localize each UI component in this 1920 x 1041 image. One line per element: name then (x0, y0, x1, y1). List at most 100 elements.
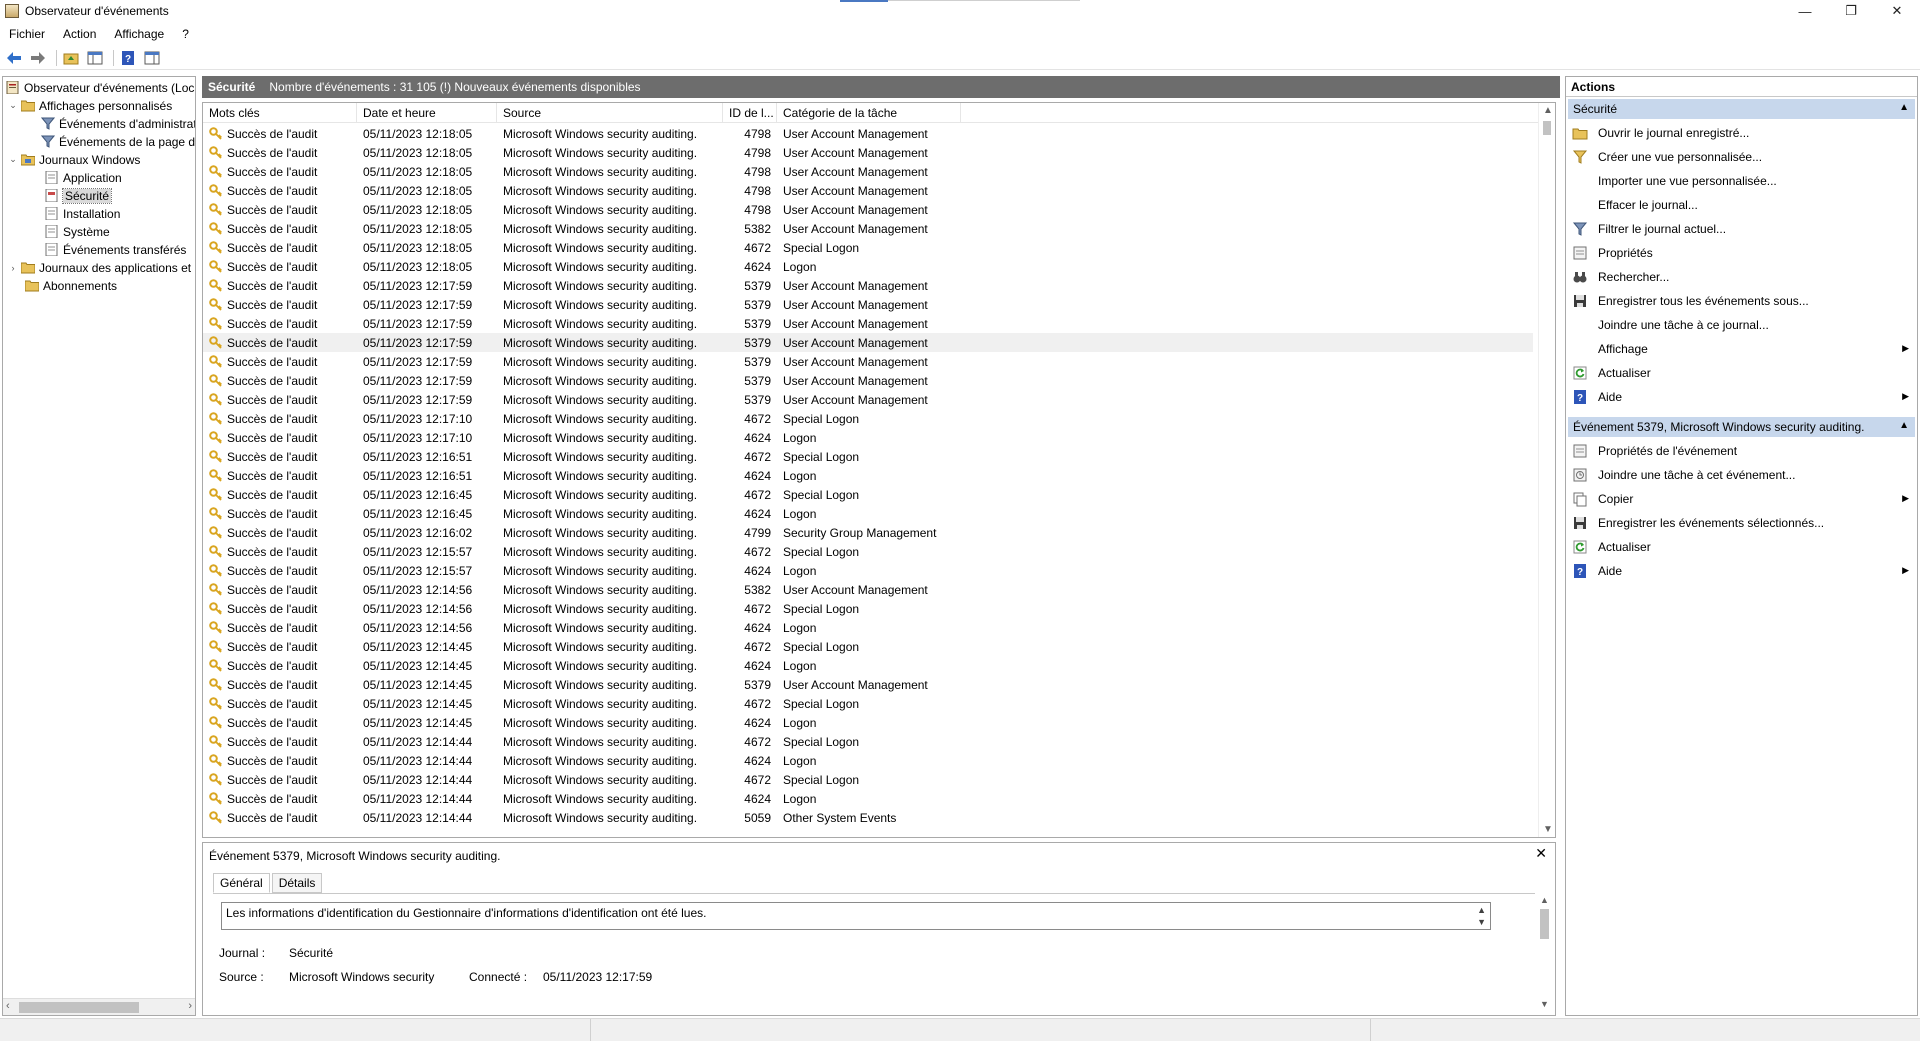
tree-item-page-events[interactable]: Événements de la page d'accueil (41, 133, 195, 150)
tree-item-app-logs[interactable]: › Journaux des applications et (7, 259, 192, 276)
menu-affichage[interactable]: Affichage (105, 27, 173, 41)
help-button[interactable]: ? (118, 48, 138, 68)
table-row[interactable]: Succès de l'audit 05/11/2023 12:18:05 Micr… (203, 238, 1533, 257)
close-icon[interactable]: ✕ (1535, 845, 1547, 862)
action-security-6[interactable]: Rechercher... (1566, 265, 1917, 289)
table-row[interactable]: Succès de l'audit 05/11/2023 12:14:44 Micr… (203, 770, 1533, 789)
tree-item-windows-logs[interactable]: ⌄ Journaux Windows (7, 151, 140, 168)
detail-vertical-scrollbar[interactable]: ▲ ▼ (1537, 895, 1551, 1009)
collapse-caret-icon[interactable]: ▲ (1899, 102, 1909, 113)
table-row[interactable]: Succès de l'audit 05/11/2023 12:18:05 Micr… (203, 219, 1533, 238)
table-row[interactable]: Succès de l'audit 05/11/2023 12:15:57 Micr… (203, 542, 1533, 561)
scroll-down-icon[interactable]: ▼ (1540, 999, 1549, 1009)
scroll-left-icon[interactable]: ‹ (6, 1000, 10, 1012)
restore-button[interactable]: ❐ (1828, 0, 1874, 22)
scroll-right-icon[interactable]: › (188, 1000, 192, 1012)
table-row[interactable]: Succès de l'audit 05/11/2023 12:18:05 Micr… (203, 181, 1533, 200)
actions-section-security[interactable]: Sécurité ▲ (1568, 99, 1915, 119)
menu-help[interactable]: ? (173, 27, 198, 41)
table-row[interactable]: Succès de l'audit 05/11/2023 12:17:59 Micr… (203, 314, 1533, 333)
table-row[interactable]: Succès de l'audit 05/11/2023 12:18:05 Micr… (203, 143, 1533, 162)
table-row[interactable]: Succès de l'audit 05/11/2023 12:18:05 Micr… (203, 200, 1533, 219)
table-row[interactable]: Succès de l'audit 05/11/2023 12:14:56 Micr… (203, 580, 1533, 599)
column-header-keywords[interactable]: Mots clés (203, 103, 357, 123)
action-event-1[interactable]: Joindre une tâche à cet événement... (1566, 463, 1917, 487)
table-row[interactable]: Succès de l'audit 05/11/2023 12:14:45 Micr… (203, 637, 1533, 656)
tree-item-system[interactable]: Système (45, 223, 110, 240)
action-security-2[interactable]: Importer une vue personnalisée... (1566, 169, 1917, 193)
action-security-9[interactable]: Affichage ▶ (1566, 337, 1917, 361)
show-action-pane-button[interactable] (142, 48, 162, 68)
actions-section-event[interactable]: Événement 5379, Microsoft Windows securi… (1568, 417, 1915, 437)
description-scroll-arrows[interactable]: ▲ ▼ (1477, 904, 1486, 928)
scroll-down-icon[interactable]: ▼ (1543, 824, 1553, 835)
action-security-0[interactable]: Ouvrir le journal enregistré... (1566, 121, 1917, 145)
column-header-category[interactable]: Catégorie de la tâche (777, 103, 961, 123)
forward-button[interactable] (28, 48, 48, 68)
scrollbar-thumb[interactable] (1543, 121, 1551, 135)
table-row[interactable]: Succès de l'audit 05/11/2023 12:18:05 Micr… (203, 257, 1533, 276)
table-row[interactable]: Succès de l'audit 05/11/2023 12:14:56 Micr… (203, 618, 1533, 637)
action-security-10[interactable]: Actualiser (1566, 361, 1917, 385)
table-row[interactable]: Succès de l'audit 05/11/2023 12:16:51 Micr… (203, 447, 1533, 466)
table-row[interactable]: Succès de l'audit 05/11/2023 12:16:45 Micr… (203, 504, 1533, 523)
tab-general[interactable]: Général (213, 873, 270, 893)
menu-action[interactable]: Action (54, 27, 105, 41)
tree-item-forwarded[interactable]: Événements transférés (45, 241, 186, 258)
table-row[interactable]: Succès de l'audit 05/11/2023 12:14:44 Micr… (203, 732, 1533, 751)
table-row[interactable]: Succès de l'audit 05/11/2023 12:17:59 Micr… (203, 371, 1533, 390)
action-event-0[interactable]: Propriétés de l'événement (1566, 439, 1917, 463)
scrollbar-thumb[interactable] (19, 1002, 139, 1013)
column-header-datetime[interactable]: Date et heure (357, 103, 497, 123)
column-header-id[interactable]: ID de l... (723, 103, 777, 123)
table-row[interactable]: Succès de l'audit 05/11/2023 12:17:59 Micr… (203, 276, 1533, 295)
minimize-button[interactable]: — (1782, 0, 1828, 22)
table-row[interactable]: Succès de l'audit 05/11/2023 12:16:51 Micr… (203, 466, 1533, 485)
action-security-11[interactable]: ? Aide ▶ (1566, 385, 1917, 409)
table-row[interactable]: Succès de l'audit 05/11/2023 12:15:57 Micr… (203, 561, 1533, 580)
table-row[interactable]: Succès de l'audit 05/11/2023 12:18:05 Micr… (203, 124, 1533, 143)
table-row[interactable]: Succès de l'audit 05/11/2023 12:17:59 Micr… (203, 295, 1533, 314)
table-row[interactable]: Succès de l'audit 05/11/2023 12:16:45 Micr… (203, 485, 1533, 504)
table-row[interactable]: Succès de l'audit 05/11/2023 12:18:05 Micr… (203, 162, 1533, 181)
action-event-4[interactable]: Actualiser (1566, 535, 1917, 559)
scroll-up-icon[interactable]: ▲ (1543, 105, 1553, 116)
tree-item-security[interactable]: Sécurité (45, 187, 113, 204)
close-button[interactable]: ✕ (1874, 0, 1920, 22)
table-row[interactable]: Succès de l'audit 05/11/2023 12:14:44 Micr… (203, 789, 1533, 808)
event-list-vertical-scrollbar[interactable]: ▲ ▼ (1538, 103, 1555, 837)
tree-item-application[interactable]: Application (45, 169, 122, 186)
action-event-5[interactable]: ? Aide ▶ (1566, 559, 1917, 583)
tree-item-admin-events[interactable]: Événements d'administration (41, 115, 195, 132)
table-row[interactable]: Succès de l'audit 05/11/2023 12:17:59 Micr… (203, 333, 1533, 352)
up-folder-button[interactable] (61, 48, 81, 68)
table-row[interactable]: Succès de l'audit 05/11/2023 12:17:59 Micr… (203, 390, 1533, 409)
action-event-2[interactable]: Copier ▶ (1566, 487, 1917, 511)
expand-chevron-icon[interactable]: › (7, 263, 19, 273)
tab-details[interactable]: Détails (271, 873, 323, 893)
table-row[interactable]: Succès de l'audit 05/11/2023 12:17:59 Micr… (203, 352, 1533, 371)
table-row[interactable]: Succès de l'audit 05/11/2023 12:17:10 Micr… (203, 409, 1533, 428)
scrollbar-thumb[interactable] (1540, 909, 1549, 939)
action-security-3[interactable]: Effacer le journal... (1566, 193, 1917, 217)
table-row[interactable]: Succès de l'audit 05/11/2023 12:14:44 Micr… (203, 808, 1533, 827)
table-row[interactable]: Succès de l'audit 05/11/2023 12:17:10 Micr… (203, 428, 1533, 447)
collapse-chevron-icon[interactable]: ⌄ (7, 154, 19, 165)
show-hide-tree-button[interactable] (85, 48, 105, 68)
table-row[interactable]: Succès de l'audit 05/11/2023 12:14:56 Micr… (203, 599, 1533, 618)
tree-item-installation[interactable]: Installation (45, 205, 120, 222)
column-header-source[interactable]: Source (497, 103, 723, 123)
tree-horizontal-scrollbar[interactable]: ‹ › (3, 998, 195, 1015)
table-row[interactable]: Succès de l'audit 05/11/2023 12:14:45 Micr… (203, 713, 1533, 732)
action-security-5[interactable]: Propriétés (1566, 241, 1917, 265)
tree-item-subscriptions[interactable]: Abonnements (25, 277, 117, 294)
table-row[interactable]: Succès de l'audit 05/11/2023 12:14:45 Micr… (203, 694, 1533, 713)
table-row[interactable]: Succès de l'audit 05/11/2023 12:14:45 Micr… (203, 656, 1533, 675)
tree-item-root[interactable]: Observateur d'événements (Local) (6, 79, 195, 96)
action-security-4[interactable]: Filtrer le journal actuel... (1566, 217, 1917, 241)
action-security-1[interactable]: Créer une vue personnalisée... (1566, 145, 1917, 169)
table-row[interactable]: Succès de l'audit 05/11/2023 12:14:45 Micr… (203, 675, 1533, 694)
back-button[interactable] (4, 48, 24, 68)
collapse-chevron-icon[interactable]: ⌄ (7, 100, 19, 111)
collapse-caret-icon[interactable]: ▲ (1899, 420, 1909, 431)
